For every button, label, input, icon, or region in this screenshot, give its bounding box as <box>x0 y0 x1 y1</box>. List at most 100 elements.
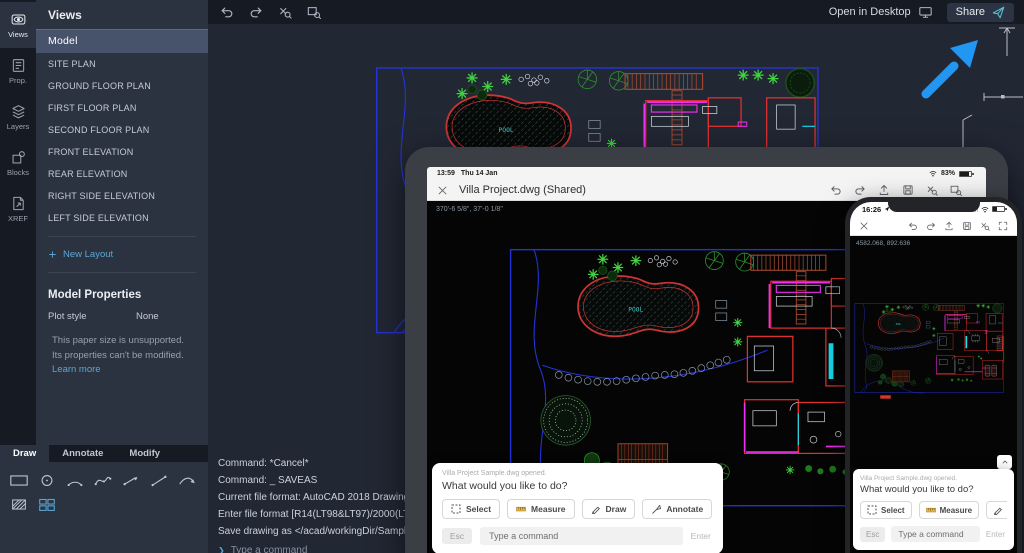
model-properties-title: Model Properties <box>36 280 208 307</box>
polyline-tool-button[interactable] <box>176 472 198 488</box>
upload-icon[interactable] <box>944 221 954 231</box>
hatch-tool-button[interactable] <box>8 496 30 512</box>
spline-tool-button[interactable] <box>92 472 114 488</box>
command-line: Command: _ SAVEAS <box>218 472 415 489</box>
rail-item-xref[interactable]: XREF <box>0 186 36 232</box>
view-item-second-floor[interactable]: SECOND FLOOR PLAN <box>36 119 208 141</box>
undo-icon[interactable] <box>830 184 842 196</box>
learn-more-link[interactable]: Learn more <box>52 364 101 375</box>
xref-icon <box>11 196 26 211</box>
circle-icon <box>37 474 57 487</box>
expand-icon[interactable] <box>998 221 1008 231</box>
paper-size-note: This paper size is unsupported. Its prop… <box>36 326 208 378</box>
tab-modify[interactable]: Modify <box>116 445 173 462</box>
command-history: Command: *Cancel* Command: _ SAVEAS Curr… <box>218 455 415 553</box>
view-item-front-elevation[interactable]: FRONT ELEVATION <box>36 141 208 163</box>
note-text: This paper size is unsupported. Its prop… <box>52 335 184 361</box>
zoom-selection-icon[interactable] <box>926 184 938 196</box>
share-button[interactable]: Share <box>947 3 1014 22</box>
popup-draw-button[interactable]: Draw <box>582 499 636 519</box>
line-tool-button[interactable] <box>148 472 170 488</box>
open-in-desktop-button[interactable]: Open in Desktop <box>829 5 933 19</box>
view-item-site-plan[interactable]: SITE PLAN <box>36 53 208 75</box>
popup-select-button[interactable]: Select <box>442 499 500 519</box>
rectangle-icon <box>9 474 29 487</box>
button-label: Select <box>881 506 905 515</box>
new-layout-button[interactable]: New Layout <box>36 244 208 265</box>
redo-icon[interactable] <box>926 221 936 231</box>
redo-icon[interactable] <box>854 184 866 196</box>
views-panel-title: Views <box>36 0 208 29</box>
zoom-selection-icon[interactable] <box>980 221 990 231</box>
save-icon[interactable] <box>902 184 914 196</box>
battery-icon <box>992 206 1005 212</box>
zoom-window-icon[interactable] <box>950 184 962 196</box>
measure-line-tool-button[interactable] <box>120 472 142 488</box>
command-line: Enter file format [R14(LT98&LT97)/2000(L… <box>218 506 415 523</box>
zoom-selection-icon[interactable] <box>278 5 292 19</box>
rail-label: XREF <box>8 214 28 223</box>
line-arrow-icon <box>121 474 141 487</box>
popup-measure-button[interactable]: Measure <box>919 501 979 519</box>
blocks-icon <box>11 150 26 165</box>
tab-draw[interactable]: Draw <box>0 445 49 462</box>
tablet-command-popup: Villa Project Sample.dwg opened. What wo… <box>432 463 723 553</box>
prompt-chevron-icon: ❯ <box>218 546 225 553</box>
popup-command-input[interactable]: Type a command <box>891 526 980 542</box>
block-grid-icon <box>37 498 57 511</box>
command-input[interactable]: ❯ Type a command <box>218 545 415 553</box>
send-icon <box>992 6 1005 19</box>
hatch-icon <box>9 498 29 511</box>
plot-style-label: Plot style <box>48 311 136 322</box>
select-icon <box>867 505 877 515</box>
close-icon[interactable] <box>437 185 448 196</box>
view-item-ground-floor[interactable]: GROUND FLOOR PLAN <box>36 75 208 97</box>
undo-icon[interactable] <box>220 5 234 19</box>
rail-item-layers[interactable]: Layers <box>0 94 36 140</box>
close-icon[interactable] <box>859 221 869 231</box>
save-icon[interactable] <box>962 221 972 231</box>
rectangle-tool-button[interactable] <box>8 472 30 488</box>
circle-tool-button[interactable] <box>36 472 58 488</box>
view-item-rear-elevation[interactable]: REAR ELEVATION <box>36 163 208 185</box>
rail-item-views[interactable]: Views <box>0 2 36 48</box>
chevron-up-icon <box>1001 458 1009 466</box>
popup-question: What would you like to do? <box>442 480 713 492</box>
left-rail: Views Prop. Layers Blocks XREF <box>0 0 36 445</box>
top-toolbar: Open in Desktop Share <box>208 0 1024 24</box>
share-label: Share <box>956 6 985 18</box>
rail-item-blocks[interactable]: Blocks <box>0 140 36 186</box>
popup-annotate-button[interactable]: Annotate <box>642 499 712 519</box>
tablet-date: Thu 14 Jan <box>461 170 498 177</box>
view-item-right-side-elevation[interactable]: RIGHT SIDE ELEVATION <box>36 185 208 207</box>
tablet-time: 13:59 <box>437 170 455 177</box>
esc-key-hint[interactable]: Esc <box>860 527 885 542</box>
autocad-web-app: POOL <box>0 0 1024 553</box>
popup-select-button[interactable]: Select <box>860 501 912 519</box>
esc-key-hint[interactable]: Esc <box>442 528 472 544</box>
divider <box>48 272 196 273</box>
collapse-popup-button[interactable] <box>997 455 1012 469</box>
button-label: Select <box>466 504 491 514</box>
phone-drawing-canvas[interactable]: 4582.068, 892.636 Villa Project Sample.d… <box>850 236 1017 553</box>
popup-measure-button[interactable]: Measure <box>507 499 575 519</box>
zoom-window-icon[interactable] <box>307 5 321 19</box>
popup-command-input[interactable]: Type a command <box>480 527 683 545</box>
curve-icon <box>177 474 197 487</box>
view-item-model[interactable]: Model <box>36 29 208 53</box>
command-placeholder: Type a command <box>231 545 308 553</box>
blocks-palette-button[interactable] <box>36 496 58 512</box>
wifi-icon <box>981 206 989 213</box>
tab-annotate[interactable]: Annotate <box>49 445 116 462</box>
phone-toolbar <box>850 216 1017 236</box>
battery-icon <box>959 171 972 177</box>
popup-draw-button[interactable]: Draw <box>986 501 1007 519</box>
view-item-first-floor[interactable]: FIRST FLOOR PLAN <box>36 97 208 119</box>
rail-item-properties[interactable]: Prop. <box>0 48 36 94</box>
undo-icon[interactable] <box>908 221 918 231</box>
command-line: Current file format: AutoCAD 2018 Drawin… <box>218 489 415 506</box>
view-item-left-side-elevation[interactable]: LEFT SIDE ELEVATION <box>36 207 208 229</box>
redo-icon[interactable] <box>249 5 263 19</box>
upload-icon[interactable] <box>878 184 890 196</box>
arc-tool-button[interactable] <box>64 472 86 488</box>
